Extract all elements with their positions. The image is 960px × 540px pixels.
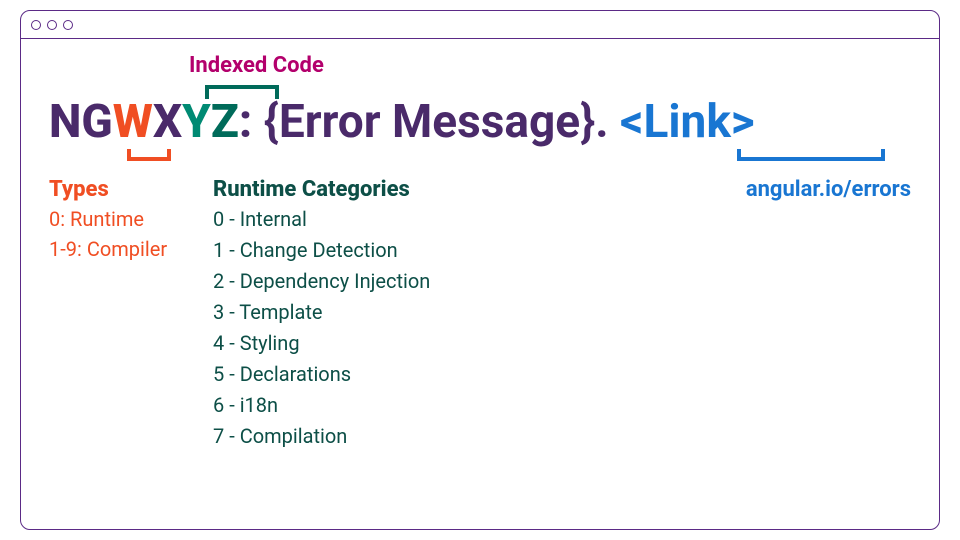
category-item: 1 - Change Detection: [213, 235, 593, 266]
category-item: 0 - Internal: [213, 204, 593, 235]
types-item: 1-9: Compiler: [49, 234, 209, 264]
error-code-pattern: NGWXYZ: {Error Message}. <Link>: [49, 95, 755, 149]
bracket-link: [737, 149, 885, 161]
category-item: 7 - Compilation: [213, 421, 593, 452]
category-item: 3 - Template: [213, 297, 593, 328]
window-control-dot: [47, 20, 57, 30]
pattern-link: <Link>: [620, 95, 755, 149]
category-item: 4 - Styling: [213, 328, 593, 359]
pattern-separator: :: [239, 95, 264, 149]
diagram-window: Indexed Code NGWXYZ: {Error Message}. <L…: [20, 10, 940, 530]
category-item: 6 - i18n: [213, 390, 593, 421]
legend-grid: Types 0: Runtime1-9: Compiler Runtime Ca…: [49, 177, 911, 452]
types-column: Types 0: Runtime1-9: Compiler: [49, 177, 209, 452]
pattern-prefix: NG: [49, 95, 113, 149]
pattern-cat-char: X: [153, 95, 182, 149]
types-heading: Types: [49, 177, 209, 202]
reference-url: angular.io/errors: [597, 177, 911, 452]
category-item: 2 - Dependency Injection: [213, 266, 593, 297]
categories-column: Runtime Categories 0 - Internal1 - Chang…: [213, 177, 593, 452]
pattern-message: {Error Message}.: [264, 95, 620, 149]
indexed-code-label: Indexed Code: [189, 53, 324, 78]
window-titlebar: [21, 11, 939, 39]
types-item: 0: Runtime: [49, 204, 209, 234]
pattern-index-1: Y: [182, 95, 211, 149]
pattern-index-2: Z: [211, 95, 239, 149]
window-control-dot: [63, 20, 73, 30]
pattern-type-char: W: [113, 95, 153, 149]
window-control-dot: [31, 20, 41, 30]
types-list: 0: Runtime1-9: Compiler: [49, 204, 209, 264]
category-item: 5 - Declarations: [213, 359, 593, 390]
categories-list: 0 - Internal1 - Change Detection2 - Depe…: [213, 204, 593, 452]
categories-heading: Runtime Categories: [213, 177, 593, 202]
diagram-content: Indexed Code NGWXYZ: {Error Message}. <L…: [21, 39, 939, 69]
bracket-type-char: [127, 149, 171, 161]
